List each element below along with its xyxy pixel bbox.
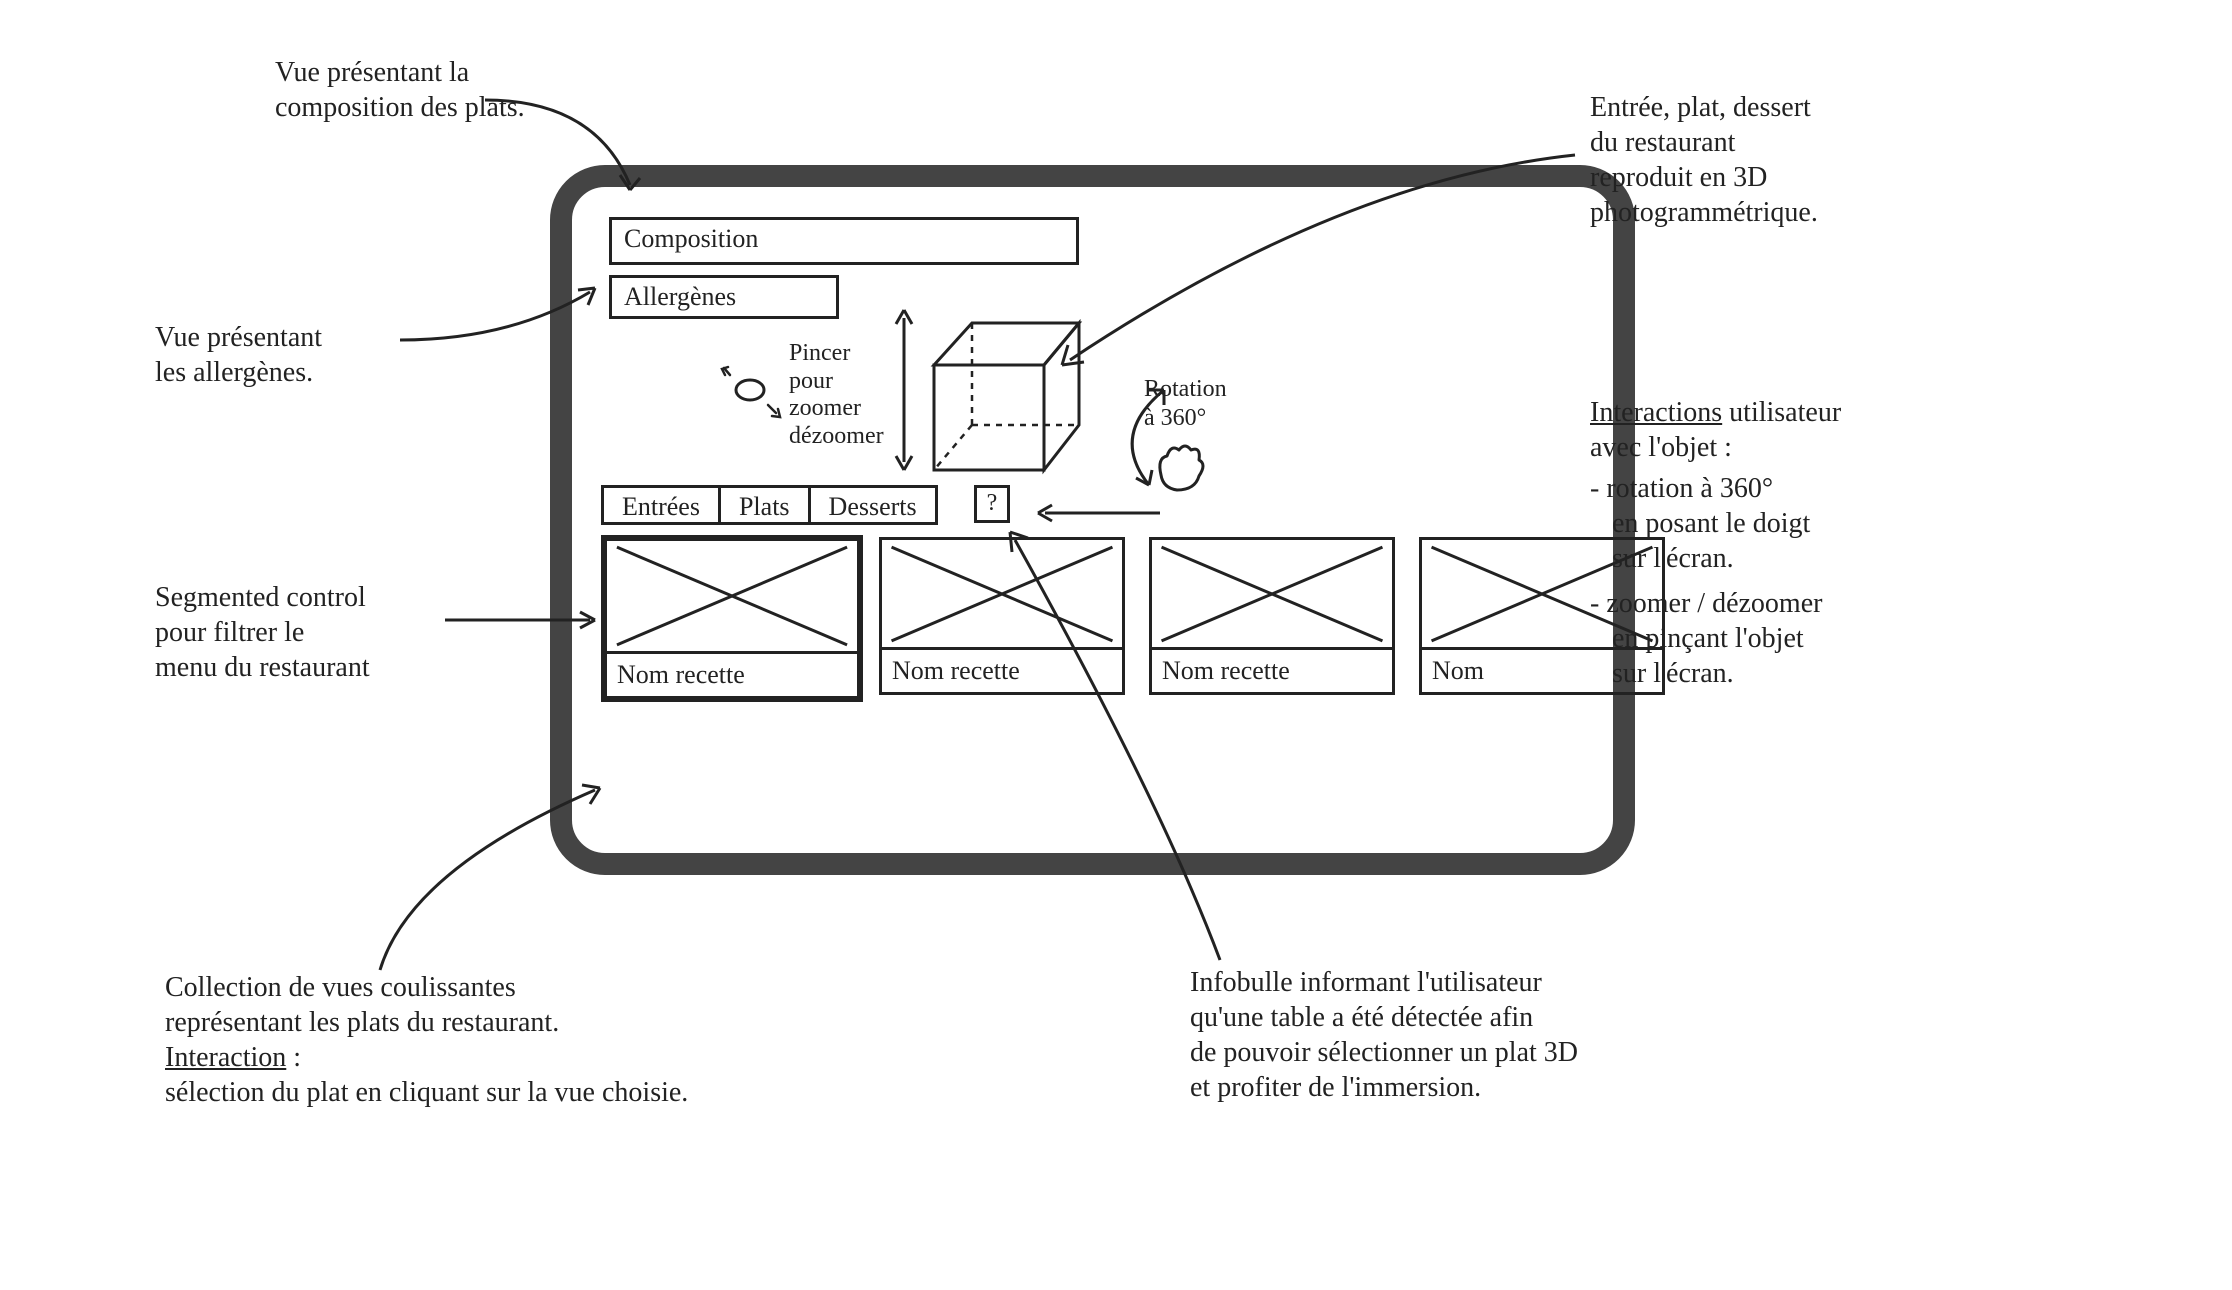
recipe-caption: Nom recette — [882, 647, 1122, 692]
anno-text: Interaction : — [165, 1040, 885, 1075]
hand-touch-icon — [1149, 440, 1209, 495]
anno-text: avec l'objet : — [1590, 430, 2010, 465]
anno-text: représentant les plats du restaurant. — [165, 1005, 885, 1040]
anno-text: du restaurant — [1590, 125, 1960, 160]
anno-segmented: Segmented control pour filtrer le menu d… — [155, 580, 450, 685]
recipe-caption: Nom recette — [607, 651, 857, 696]
allergenes-button[interactable]: Allergènes — [609, 275, 839, 319]
segmented-control[interactable]: Entrées Plats Desserts — [601, 485, 938, 525]
recipe-card[interactable]: Nom recette — [879, 537, 1125, 695]
anno-text: Infobulle informant l'utilisateur — [1190, 965, 1750, 1000]
anno-infobulle: Infobulle informant l'utilisateur qu'une… — [1190, 965, 1750, 1105]
anno-text: pour filtrer le — [155, 615, 450, 650]
anno-text: photogrammétrique. — [1590, 195, 1960, 230]
tablet-frame: Composition Allergènes Pincer pour zoome… — [550, 165, 1635, 875]
pinch-hint: Pincer pour zoomer dézoomer — [789, 340, 884, 450]
anno-text: Collection de vues coulissantes — [165, 970, 885, 1005]
anno-text: utilisateur — [1722, 397, 1841, 428]
segment-desserts[interactable]: Desserts — [811, 488, 935, 522]
pinch-hint-line: pour — [789, 368, 884, 396]
anno-allergenes: Vue présentant les allergènes. — [155, 320, 415, 390]
anno-text: Segmented control — [155, 580, 450, 615]
anno-text: les allergènes. — [155, 355, 415, 390]
recipe-card[interactable]: Nom recette — [1149, 537, 1395, 695]
anno-3d: Entrée, plat, dessert du restaurant repr… — [1590, 90, 1960, 230]
anno-text: sur l'écran. — [1590, 656, 2010, 691]
help-button[interactable]: ? — [974, 485, 1010, 523]
tablet-screen: Composition Allergènes Pincer pour zoome… — [594, 205, 1591, 835]
anno-collection: Collection de vues coulissantes représen… — [165, 970, 885, 1110]
rotation-hint-line: Rotation — [1144, 375, 1227, 404]
anno-text: : — [286, 1042, 301, 1073]
anno-text: en pinçant l'objet — [1590, 621, 2010, 656]
anno-text: Entrée, plat, dessert — [1590, 90, 1960, 125]
rotation-hint: Rotation à 360° — [1144, 375, 1227, 433]
anno-interactions: Interactions utilisateur avec l'objet : … — [1590, 395, 2010, 691]
recipe-card-selected[interactable]: Nom recette — [601, 535, 863, 702]
anno-text: Vue présentant — [155, 320, 415, 355]
pinch-hint-line: dézoomer — [789, 423, 884, 451]
anno-text: menu du restaurant — [155, 650, 450, 685]
anno-text: reproduit en 3D — [1590, 160, 1960, 195]
anno-text: - rotation à 360° — [1590, 471, 2010, 506]
segment-entrees[interactable]: Entrées — [604, 488, 721, 522]
anno-text: de pouvoir sélectionner un plat 3D — [1190, 1035, 1750, 1070]
anno-text: Interactions utilisateur — [1590, 395, 2010, 430]
anno-text: Vue présentant la composition des plats. — [275, 57, 525, 123]
anno-text: en posant le doigt — [1590, 506, 2010, 541]
recipe-caption: Nom recette — [1152, 647, 1392, 692]
anno-text: - zoomer / dézoomer — [1590, 586, 2010, 621]
recipe-thumb-placeholder — [882, 540, 1122, 647]
pinch-hint-line: Pincer — [789, 340, 884, 368]
recipe-thumb-placeholder — [1152, 540, 1392, 647]
recipe-thumb-placeholder — [607, 541, 857, 651]
anno-composition: Vue présentant la composition des plats. — [275, 55, 555, 125]
anno-text-underline: Interaction — [165, 1042, 286, 1073]
pinch-icon — [724, 365, 779, 420]
segment-plats[interactable]: Plats — [721, 488, 811, 522]
composition-button[interactable]: Composition — [609, 217, 1079, 265]
anno-text: sur l'écran. — [1590, 541, 2010, 576]
cube-3d-icon[interactable] — [924, 315, 1124, 485]
pinch-hint-line: zoomer — [789, 395, 884, 423]
anno-text: sélection du plat en cliquant sur la vue… — [165, 1075, 885, 1110]
anno-text-underline: Interactions — [1590, 397, 1722, 428]
double-arrow-vertical-icon — [889, 310, 919, 470]
anno-text: et profiter de l'immersion. — [1190, 1070, 1750, 1105]
anno-text: qu'une table a été détectée afin — [1190, 1000, 1750, 1035]
rotation-hint-line: à 360° — [1144, 404, 1227, 433]
